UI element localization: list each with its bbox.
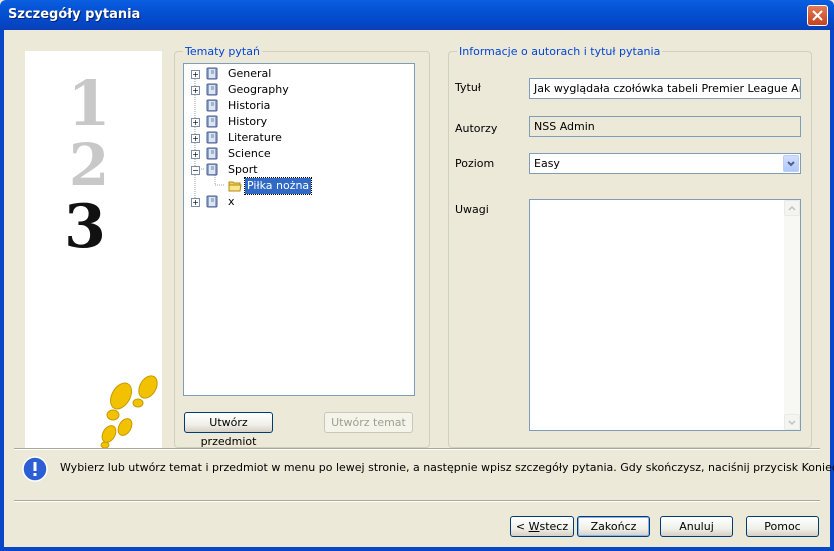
chevron-down-icon (787, 161, 795, 167)
wizard-step-2: 2 (69, 131, 109, 199)
wizard-step-3: 3 (64, 192, 106, 262)
book-icon (206, 115, 218, 128)
title-bar[interactable]: Szczegóły pytania (0, 0, 834, 30)
book-icon (206, 195, 218, 208)
tree-lines (194, 73, 224, 201)
back-button[interactable]: < Wstecz (510, 516, 574, 537)
tree-item-label: x (228, 195, 235, 208)
notes-label: Uwagi (455, 203, 489, 216)
tree-item-label: Literature (228, 131, 282, 144)
book-icon (206, 163, 218, 176)
level-label: Poziom (455, 157, 495, 170)
tree-item-label: Historia (228, 99, 271, 112)
tree-item-label: General (228, 67, 272, 80)
collapse-icon[interactable]: − (191, 166, 200, 175)
book-icon (206, 99, 218, 112)
level-select[interactable]: Easy (529, 153, 801, 174)
notes-textarea[interactable] (529, 199, 801, 431)
info-icon (22, 456, 48, 482)
notes-scrollbar[interactable] (784, 200, 800, 430)
footprints-icon (100, 375, 158, 448)
back-button-prefix: < (515, 520, 529, 533)
close-button[interactable] (807, 5, 828, 26)
level-select-value: Easy (534, 157, 560, 170)
tree-item-label: Piłka nożna (243, 177, 313, 195)
tree-item-label: Science (228, 147, 271, 160)
chevron-down-icon (788, 420, 796, 426)
dropdown-button[interactable] (783, 155, 799, 172)
window-frame-left (0, 30, 4, 551)
authors-label: Autorzy (455, 122, 498, 135)
expand-icon[interactable]: + (191, 118, 200, 127)
expand-icon[interactable]: + (191, 86, 200, 95)
create-topic-button: Utwórz temat (324, 412, 413, 433)
cancel-button[interactable]: Anuluj (660, 516, 733, 537)
info-legend: Informacje o autorach i tytuł pytania (457, 45, 663, 58)
wizard-step-1: 1 (67, 67, 110, 140)
back-button-rest: stecz (539, 520, 569, 533)
chevron-up-icon (788, 205, 796, 211)
close-icon (812, 10, 823, 21)
expand-icon[interactable]: + (191, 198, 200, 207)
hint-text: Wybierz lub utwórz temat i przedmiot w m… (60, 461, 834, 474)
topics-legend: Tematy pytań (183, 45, 262, 58)
back-button-accel: W (528, 520, 540, 533)
window-title: Szczegóły pytania (8, 7, 141, 22)
expand-icon[interactable]: + (191, 150, 200, 159)
create-subject-button[interactable]: Utwórz przedmiot (184, 412, 273, 448)
scroll-down-button[interactable] (784, 414, 800, 430)
tree-item-label: Sport (228, 163, 258, 176)
folder-icon (228, 179, 242, 192)
title-label: Tytuł (455, 81, 481, 94)
expand-icon[interactable]: + (191, 70, 200, 79)
help-button[interactable]: Pomoc (746, 516, 819, 537)
wizard-side-panel: 1 2 3 (25, 51, 162, 448)
separator-top (14, 448, 820, 450)
authors-field: NSS Admin (529, 116, 801, 137)
window-frame-bottom (0, 547, 834, 551)
book-icon (206, 131, 218, 144)
book-icon (206, 83, 218, 96)
title-input[interactable]: Jak wyglądała czołówka tabeli Premier Le… (529, 78, 801, 99)
tree-item-label: Geography (228, 83, 289, 96)
finish-button[interactable]: Zakończ (577, 516, 650, 537)
book-icon (206, 67, 218, 80)
book-icon (206, 147, 218, 160)
topics-tree[interactable]: + General + Geography Historia + History + Liter… (183, 63, 415, 396)
separator-bottom (14, 500, 820, 502)
expand-icon[interactable]: + (191, 134, 200, 143)
tree-item-label: History (228, 115, 268, 128)
scroll-up-button[interactable] (784, 200, 800, 216)
